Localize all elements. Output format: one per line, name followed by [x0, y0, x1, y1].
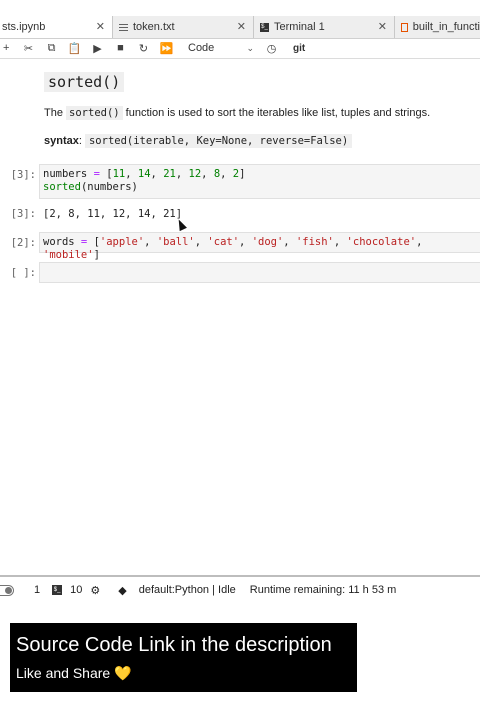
simple-mode-toggle[interactable]: [0, 584, 14, 596]
restart-icon[interactable]: ↻: [132, 42, 155, 55]
code-string: 'mobile': [43, 249, 94, 261]
cell-type-value: Code: [188, 42, 215, 54]
run-icon[interactable]: ▶: [86, 42, 109, 55]
code-builtin: sorted: [43, 181, 81, 193]
terminal-icon: $_: [260, 22, 269, 32]
caption-overlay: Source Code Link in the description Like…: [10, 623, 357, 692]
git-button[interactable]: git: [293, 43, 305, 54]
text-file-icon: [119, 22, 128, 33]
tab-notebook[interactable]: sts.ipynb ✕: [0, 16, 113, 38]
code-cell[interactable]: words = ['apple', 'ball', 'cat', 'dog', …: [39, 232, 480, 261]
runtime-remaining: Runtime remaining: 11 h 53 m: [249, 584, 397, 596]
input-prompt: [3]:: [10, 169, 36, 181]
tab-label: sts.ipynb: [2, 21, 46, 33]
close-icon[interactable]: ✕: [237, 20, 246, 33]
mouse-cursor-icon: [175, 217, 187, 232]
copy-icon[interactable]: ⧉: [40, 42, 63, 55]
git-status-icon[interactable]: ◆: [118, 584, 126, 597]
code-number: 8: [213, 168, 221, 180]
code-op: =: [74, 236, 94, 248]
syntax-code: sorted(iterable, Key=None, reverse=False…: [84, 134, 353, 148]
close-icon[interactable]: ✕: [96, 20, 105, 33]
tab-token-txt[interactable]: token.txt ✕: [113, 16, 254, 38]
tab-label: Terminal 1: [274, 21, 325, 33]
terminal-icon: $_: [52, 585, 63, 595]
code-number: 21: [163, 168, 176, 180]
kernel-status[interactable]: default:Python | Idle: [139, 584, 236, 596]
code-number: 14: [137, 168, 151, 180]
tab-label: token.txt: [133, 21, 175, 33]
tab-label: built_in_functi: [412, 21, 480, 33]
paste-icon[interactable]: 📋: [63, 42, 86, 55]
tab-terminal[interactable]: $_ Terminal 1 ✕: [254, 16, 395, 38]
close-icon[interactable]: ✕: [378, 20, 387, 33]
code-var: words: [43, 236, 75, 248]
code-string: 'fish': [295, 236, 334, 248]
code-op: =: [87, 168, 107, 180]
syntax-label: syntax: [44, 135, 79, 147]
markdown-paragraph: The sorted() function is used to sort th…: [44, 106, 431, 120]
input-prompt: [ ]:: [10, 267, 36, 279]
code-string: 'dog': [251, 236, 284, 248]
code-string: 'cat': [207, 236, 240, 248]
para-pre: The: [44, 107, 63, 119]
code-line: sorted(numbers): [43, 181, 480, 194]
clock-icon[interactable]: ◷: [260, 42, 283, 55]
code-bracket: ]: [239, 168, 246, 180]
gear-icon[interactable]: ⚙: [90, 584, 100, 597]
syntax-colon: :: [78, 135, 82, 147]
empty-code-cell[interactable]: [39, 262, 480, 283]
code-string: 'apple': [99, 236, 145, 248]
status-count: 10: [70, 584, 83, 596]
code-line: numbers = [11, 14, 21, 12, 8, 2]: [43, 168, 246, 180]
code-args: (numbers): [80, 181, 138, 193]
tab-built-in-functions[interactable]: built_in_functi: [395, 16, 480, 38]
cut-icon[interactable]: ✂: [17, 42, 40, 55]
notebook-toolbar: + ✂ ⧉ 📋 ▶ ■ ↻ ⏩ Code ⌄ ◷ git: [0, 38, 480, 59]
fast-forward-icon[interactable]: ⏩: [155, 42, 178, 55]
markdown-heading: sorted(): [44, 72, 125, 92]
tab-bar: sts.ipynb ✕ token.txt ✕ $_ Terminal 1 ✕ …: [0, 16, 480, 39]
code-number: 12: [188, 168, 202, 180]
code-cell[interactable]: numbers = [11, 14, 21, 12, 8, 2] sorted(…: [39, 164, 480, 199]
stop-icon[interactable]: ■: [109, 42, 132, 54]
para-post: function is used to sort the iterables l…: [125, 107, 431, 119]
cell-type-select[interactable]: Code ⌄: [188, 42, 260, 54]
chevron-down-icon: ⌄: [246, 42, 254, 53]
caption-subtitle: Like and Share 💛: [16, 665, 132, 681]
syntax-line: syntax: sorted(iterable, Key=None, rever…: [44, 134, 353, 148]
inline-code: sorted(): [66, 106, 123, 120]
code-string: 'chocolate': [346, 236, 417, 248]
json-icon: [401, 22, 408, 32]
code-number: 11: [112, 168, 126, 180]
status-count: 1: [34, 584, 41, 596]
caption-title: Source Code Link in the description: [16, 634, 332, 656]
status-bar: 1 $_ 10 ⚙ ◆ default:Python | Idle Runtim…: [0, 575, 480, 603]
code-string: 'ball': [156, 236, 195, 248]
input-prompt: [2]:: [10, 237, 36, 249]
add-cell-icon[interactable]: +: [0, 42, 17, 54]
cell-output: [2, 8, 11, 12, 14, 21]: [43, 208, 183, 220]
code-var: numbers: [43, 168, 88, 180]
output-prompt: [3]:: [10, 208, 36, 220]
